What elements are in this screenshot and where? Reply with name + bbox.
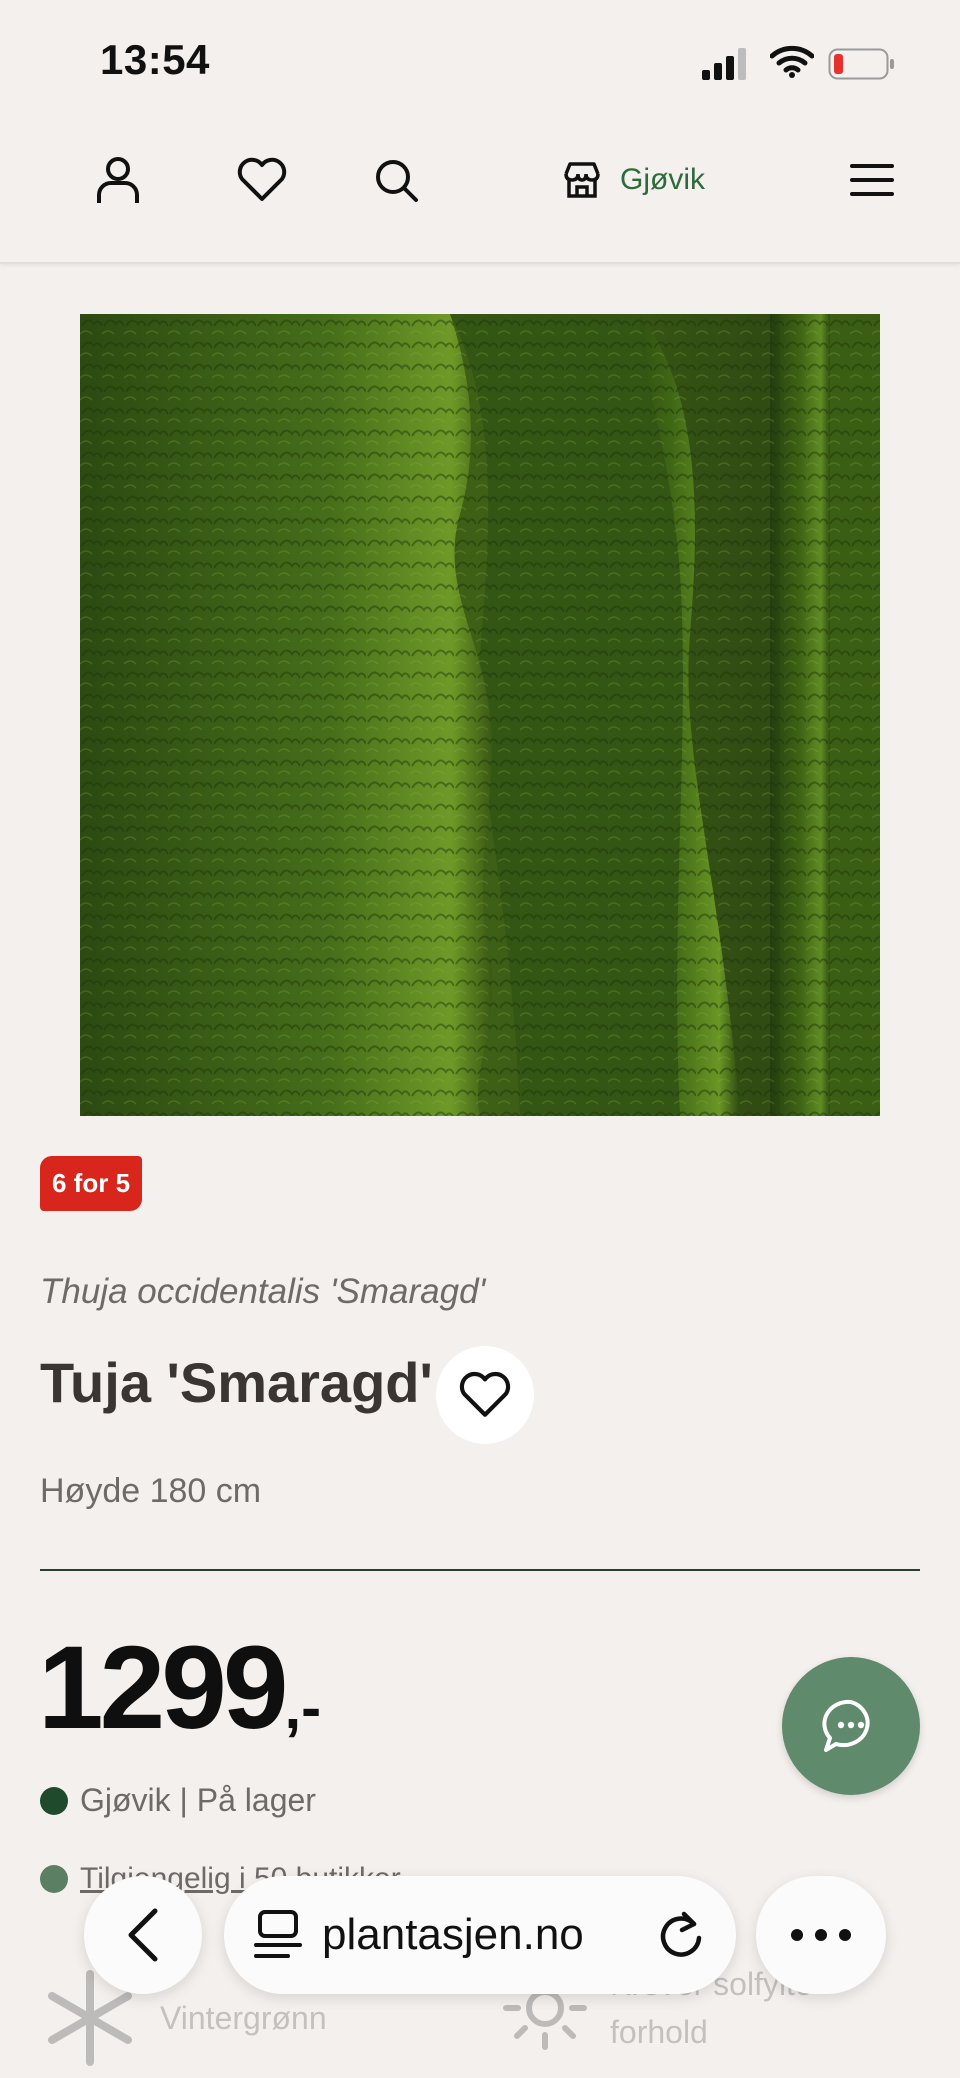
site-header: Gjøvik: [0, 120, 960, 264]
heart-icon: [459, 1371, 511, 1417]
price-value: 1299: [38, 1622, 289, 1754]
store-icon: [564, 162, 600, 198]
feature-label: Vintergrønn: [160, 2000, 327, 2036]
menu-icon[interactable]: [842, 150, 902, 210]
browser-back-button[interactable]: [84, 1876, 202, 1994]
store-name: Gjøvik: [620, 163, 705, 196]
search-icon[interactable]: [366, 150, 426, 210]
promo-badge: 6 for 5: [40, 1156, 143, 1211]
battery-icon: [828, 48, 894, 80]
status-bar: 13:54: [0, 0, 960, 120]
stock-status: Gjøvik | På lager: [40, 1782, 316, 1819]
ellipsis-icon: [791, 1929, 851, 1941]
url-text[interactable]: plantasjen.no: [322, 1910, 636, 1960]
address-bar[interactable]: plantasjen.no: [224, 1876, 736, 1994]
more-options-button[interactable]: [756, 1876, 886, 1994]
wifi-icon: [770, 45, 814, 78]
product-image[interactable]: [80, 314, 880, 1116]
availability-dot-icon: [40, 1865, 68, 1893]
product-title: Tuja 'Smaragd': [40, 1351, 433, 1414]
signal-icon: [702, 48, 746, 80]
user-icon[interactable]: [88, 150, 148, 210]
stock-text: Gjøvik | På lager: [80, 1782, 316, 1818]
chevron-left-icon: [128, 1908, 158, 1962]
tabs-icon[interactable]: [254, 1909, 302, 1961]
heart-icon[interactable]: [232, 150, 292, 210]
price-suffix: ,-: [284, 1674, 322, 1741]
product-height: Høyde 180 cm: [40, 1472, 262, 1510]
status-time: 13:54: [100, 36, 210, 83]
store-selector[interactable]: Gjøvik: [562, 152, 705, 208]
reload-icon[interactable]: [656, 1908, 706, 1962]
favorite-button[interactable]: [436, 1346, 534, 1444]
chat-icon: [822, 1699, 870, 1752]
latin-name: Thuja occidentalis 'Smaragd': [40, 1272, 486, 1311]
chat-button[interactable]: [782, 1657, 920, 1795]
product-price: 1299,-: [38, 1620, 321, 1756]
divider: [40, 1569, 920, 1571]
stock-dot-icon: [40, 1786, 68, 1815]
